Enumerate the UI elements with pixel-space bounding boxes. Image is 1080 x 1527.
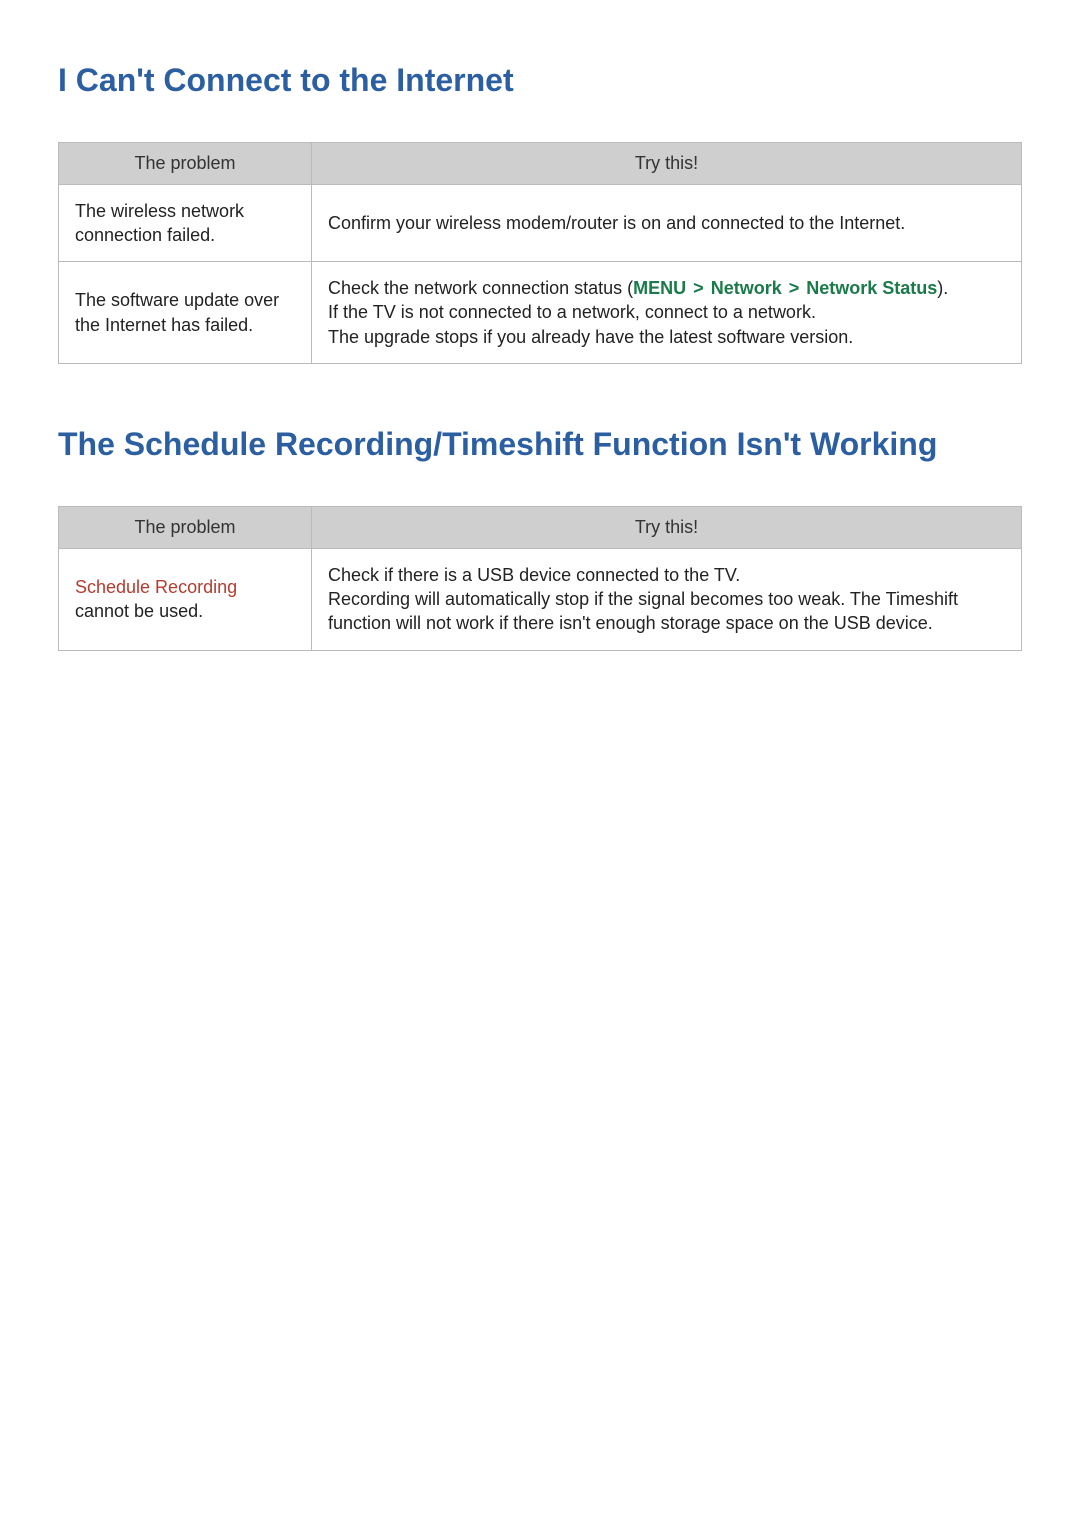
section2-title: The Schedule Recording/Timeshift Functio… <box>58 424 1022 466</box>
section2-row0-problem: Schedule Recording cannot be used. <box>59 548 312 650</box>
table-row: The wireless network connection failed. … <box>59 184 1022 262</box>
section1-row1-try: Check the network connection status (MEN… <box>312 262 1022 364</box>
menu-path-network-status: Network Status <box>806 278 937 298</box>
try-text: The upgrade stops if you already have th… <box>328 327 853 347</box>
section2-header-try: Try this! <box>312 506 1022 548</box>
section1-header-problem: The problem <box>59 142 312 184</box>
section2-header-problem: The problem <box>59 506 312 548</box>
table-row: The software update over the Internet ha… <box>59 262 1022 364</box>
page: I Can't Connect to the Internet The prob… <box>0 0 1080 771</box>
problem-rest: cannot be used. <box>75 601 203 621</box>
try-text: If the TV is not connected to a network,… <box>328 302 816 322</box>
try-text: Check the network connection status ( <box>328 278 633 298</box>
chevron-right-icon: > <box>787 278 802 298</box>
chevron-right-icon: > <box>691 278 706 298</box>
try-text: ). <box>937 278 948 298</box>
highlight-schedule-recording: Schedule Recording <box>75 577 237 597</box>
section1-row0-try: Confirm your wireless modem/router is on… <box>312 184 1022 262</box>
table-row: Schedule Recording cannot be used. Check… <box>59 548 1022 650</box>
section1-header-try: Try this! <box>312 142 1022 184</box>
section2-table: The problem Try this! Schedule Recording… <box>58 506 1022 651</box>
section1-row1-problem: The software update over the Internet ha… <box>59 262 312 364</box>
menu-path-network: Network <box>711 278 782 298</box>
section1-table: The problem Try this! The wireless netwo… <box>58 142 1022 364</box>
menu-path-menu: MENU <box>633 278 686 298</box>
section2-header-row: The problem Try this! <box>59 506 1022 548</box>
section1-title: I Can't Connect to the Internet <box>58 60 1022 102</box>
try-text: Recording will automatically stop if the… <box>328 589 958 633</box>
try-text: Check if there is a USB device connected… <box>328 565 740 585</box>
section2-row0-try: Check if there is a USB device connected… <box>312 548 1022 650</box>
section1-row0-problem: The wireless network connection failed. <box>59 184 312 262</box>
section1-header-row: The problem Try this! <box>59 142 1022 184</box>
